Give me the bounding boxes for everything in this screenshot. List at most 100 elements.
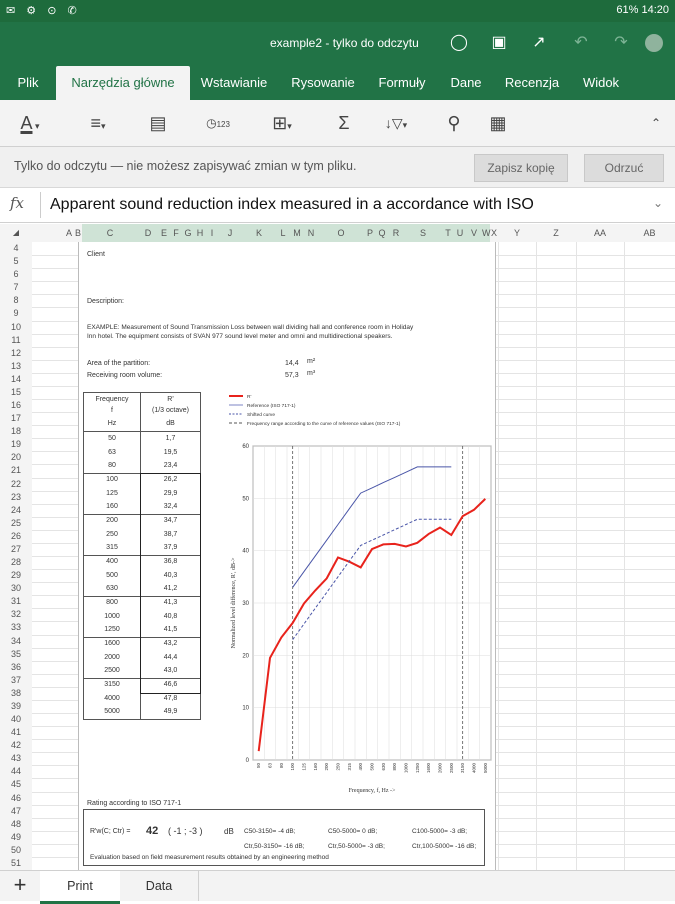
function-icon[interactable]: fx — [10, 194, 40, 212]
row-header[interactable]: 17 — [0, 412, 32, 425]
row-header[interactable]: 4 — [0, 242, 32, 255]
save-copy-button[interactable]: Zapisz kopię — [474, 154, 568, 182]
column-header[interactable]: E — [158, 224, 170, 242]
row-header[interactable]: 20 — [0, 451, 32, 464]
row-header[interactable]: 6 — [0, 268, 32, 281]
redo-icon[interactable]: ↷ — [610, 32, 632, 54]
font-color-icon[interactable]: A ▾ — [12, 110, 48, 136]
row-header[interactable]: 22 — [0, 478, 32, 491]
row-header[interactable]: 19 — [0, 438, 32, 451]
row-header[interactable]: 39 — [0, 700, 32, 713]
row-header[interactable]: 41 — [0, 726, 32, 739]
row-header[interactable]: 18 — [0, 425, 32, 438]
lightbulb-icon[interactable]: ◯ — [448, 32, 470, 54]
column-header[interactable]: AB — [624, 224, 675, 242]
column-header[interactable]: X — [490, 224, 498, 242]
row-header[interactable]: 5 — [0, 255, 32, 268]
row-header[interactable]: 21 — [0, 464, 32, 477]
tab-home[interactable]: Narzędzia główne — [56, 66, 190, 100]
tab-formulas[interactable]: Formuły — [370, 66, 434, 100]
save-icon[interactable]: ▣ — [488, 32, 510, 54]
column-header[interactable]: K — [242, 224, 276, 242]
column-header[interactable]: N — [304, 224, 318, 242]
column-header[interactable]: U — [454, 224, 466, 242]
row-header[interactable]: 34 — [0, 635, 32, 648]
column-header[interactable]: Q — [376, 224, 388, 242]
row-header[interactable]: 24 — [0, 504, 32, 517]
sort-filter-icon[interactable]: ↓▽▾ — [374, 110, 418, 136]
row-header[interactable]: 47 — [0, 805, 32, 818]
row-header[interactable]: 13 — [0, 360, 32, 373]
column-header[interactable]: J — [218, 224, 242, 242]
search-icon[interactable]: ⚲ — [442, 110, 466, 136]
row-header[interactable]: 16 — [0, 399, 32, 412]
row-header[interactable]: 12 — [0, 347, 32, 360]
column-header[interactable]: AA — [576, 224, 624, 242]
column-header[interactable]: A — [64, 224, 74, 242]
number-format-icon[interactable]: ◷123 — [202, 110, 234, 136]
row-header[interactable]: 27 — [0, 543, 32, 556]
column-header[interactable]: W — [482, 224, 491, 242]
row-header[interactable]: 10 — [0, 321, 32, 334]
tab-draw[interactable]: Rysowanie — [284, 66, 362, 100]
row-header[interactable]: 37 — [0, 674, 32, 687]
row-header[interactable]: 46 — [0, 792, 32, 805]
column-header[interactable]: M — [290, 224, 304, 242]
select-all-icon[interactable]: ◢ — [0, 224, 32, 242]
row-header[interactable]: 29 — [0, 569, 32, 582]
column-header[interactable]: I — [206, 224, 218, 242]
column-header[interactable]: T — [442, 224, 454, 242]
column-header[interactable]: L — [276, 224, 290, 242]
dismiss-button[interactable]: Odrzuć — [584, 154, 664, 182]
column-header[interactable]: C — [82, 224, 138, 242]
row-header[interactable]: 51 — [0, 857, 32, 870]
column-header[interactable]: G — [182, 224, 194, 242]
column-header[interactable]: D — [138, 224, 158, 242]
undo-icon[interactable]: ↶ — [570, 32, 592, 54]
column-header[interactable]: P — [364, 224, 376, 242]
row-header[interactable]: 30 — [0, 582, 32, 595]
row-header[interactable]: 45 — [0, 778, 32, 791]
column-header[interactable]: B — [74, 224, 82, 242]
row-header[interactable]: 32 — [0, 608, 32, 621]
add-sheet-icon[interactable]: + — [0, 871, 40, 901]
tab-data[interactable]: Dane — [444, 66, 488, 100]
row-header[interactable]: 23 — [0, 491, 32, 504]
collapse-ribbon-icon[interactable]: ⌃ — [646, 110, 666, 136]
column-header[interactable]: F — [170, 224, 182, 242]
sheet-tab-print[interactable]: Print — [40, 871, 120, 904]
align-icon[interactable]: ≡▾ — [78, 110, 118, 136]
autosum-icon[interactable]: Σ — [332, 110, 356, 136]
column-header[interactable]: R — [388, 224, 404, 242]
share-icon[interactable]: ↗ — [528, 32, 550, 54]
formula-bar[interactable]: fx Apparent sound reduction index measur… — [0, 188, 675, 223]
row-header[interactable]: 49 — [0, 831, 32, 844]
row-header[interactable]: 9 — [0, 307, 32, 320]
row-header[interactable]: 40 — [0, 713, 32, 726]
insert-delete-cells-icon[interactable]: ⊞▾ — [262, 110, 302, 136]
row-header[interactable]: 38 — [0, 687, 32, 700]
row-header[interactable]: 42 — [0, 739, 32, 752]
column-header[interactable]: V — [466, 224, 482, 242]
row-header[interactable]: 36 — [0, 661, 32, 674]
row-header[interactable]: 11 — [0, 334, 32, 347]
row-header[interactable]: 50 — [0, 844, 32, 857]
row-header[interactable]: 28 — [0, 556, 32, 569]
row-header[interactable]: 35 — [0, 648, 32, 661]
column-header[interactable]: S — [404, 224, 442, 242]
account-avatar-icon[interactable] — [645, 34, 663, 52]
column-header[interactable]: O — [318, 224, 364, 242]
row-header[interactable]: 44 — [0, 765, 32, 778]
column-header[interactable]: H — [194, 224, 206, 242]
table-icon[interactable]: ▦ — [486, 110, 510, 136]
column-header[interactable]: Y — [498, 224, 536, 242]
row-header[interactable]: 48 — [0, 818, 32, 831]
row-header[interactable]: 33 — [0, 621, 32, 634]
tab-view[interactable]: Widok — [574, 66, 628, 100]
row-header[interactable]: 14 — [0, 373, 32, 386]
column-header[interactable]: Z — [536, 224, 576, 242]
wrap-text-icon[interactable]: ▤ — [144, 110, 172, 136]
row-header[interactable]: 25 — [0, 517, 32, 530]
row-header[interactable]: 7 — [0, 281, 32, 294]
tab-file[interactable]: Plik — [6, 66, 50, 100]
